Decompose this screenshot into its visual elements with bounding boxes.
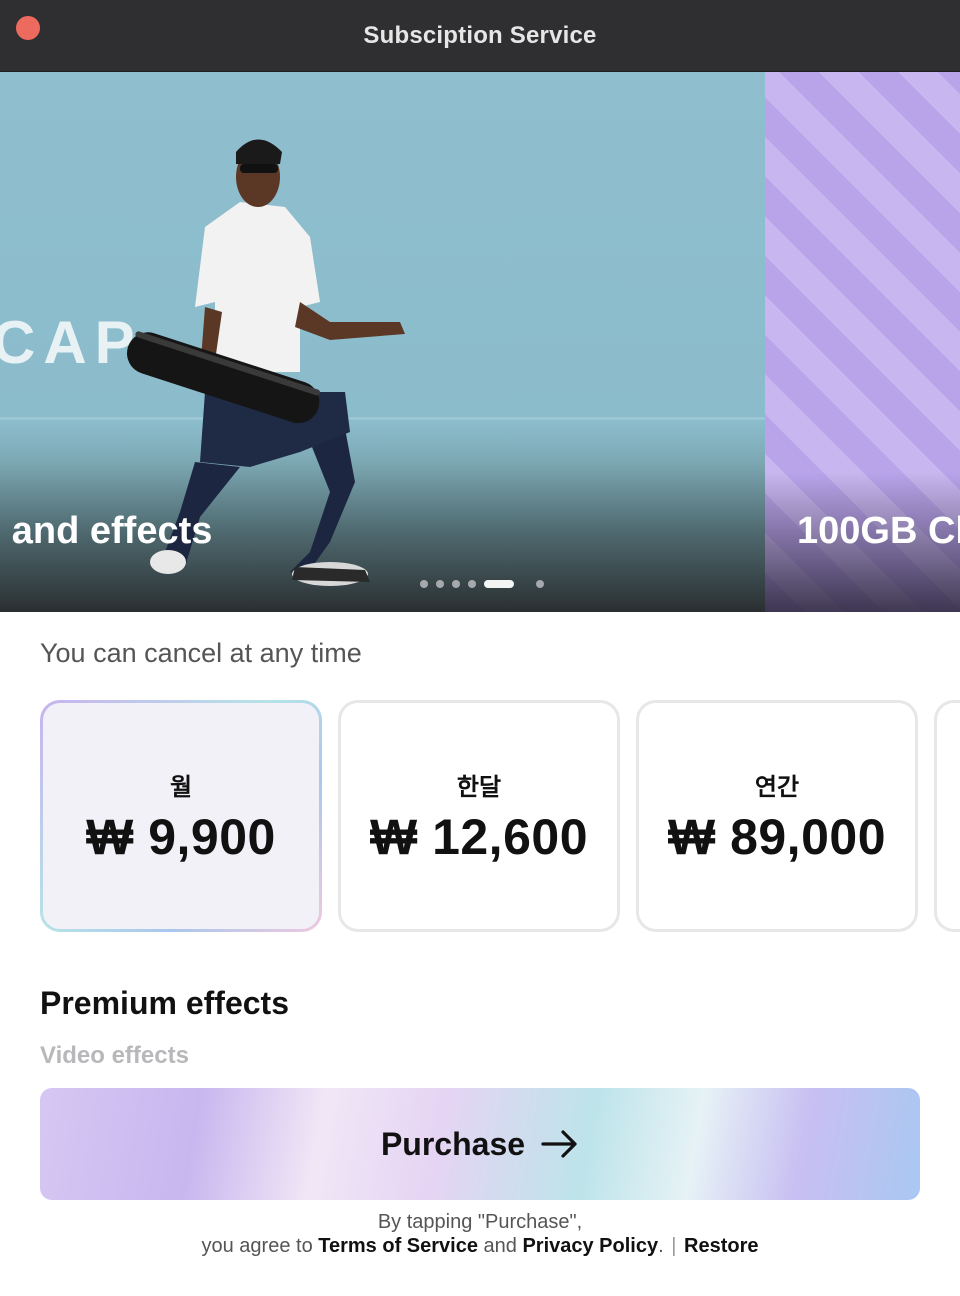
carousel-slide-current: CAP n and effects	[0, 72, 765, 612]
features-title: Premium effects	[40, 985, 289, 1021]
arrow-right-icon	[541, 1130, 577, 1158]
purchase-label: Purchase	[380, 1125, 526, 1162]
plan-card-one-month[interactable]: 한달 ₩ 12,600	[338, 700, 620, 932]
plan-price: ₩ 89,000	[667, 808, 886, 865]
slide-caption-current: n and effects	[0, 510, 213, 552]
carousel-dot[interactable]	[452, 580, 460, 588]
plan-card-monthly[interactable]: 월 ₩ 9,900	[40, 700, 322, 932]
carousel-dot-active[interactable]	[484, 580, 514, 588]
carousel-dot[interactable]	[436, 580, 444, 588]
restore-link[interactable]: Restore	[684, 1235, 758, 1257]
legal-line-2: you agree to Terms of Service and Privac…	[201, 1235, 759, 1257]
plan-name: 연간	[754, 773, 800, 801]
plan-card-partial[interactable]	[934, 700, 960, 932]
plan-price: ₩ 12,600	[369, 808, 588, 865]
carousel-dot[interactable]	[468, 580, 476, 588]
carousel-dot[interactable]	[536, 580, 544, 588]
purchase-button[interactable]: Purchase	[40, 1088, 920, 1200]
plan-name: 월	[169, 773, 193, 801]
plan-card-yearly[interactable]: 연간 ₩ 89,000	[636, 700, 918, 932]
terms-of-service-link[interactable]: Terms of Service	[318, 1235, 478, 1257]
legal-separator: |	[671, 1235, 677, 1257]
features-subtitle: Video effects	[40, 1042, 189, 1069]
privacy-policy-link[interactable]: Privacy Policy	[522, 1235, 658, 1257]
feature-carousel[interactable]: CAP n and effects 100GB Cl	[0, 72, 960, 612]
carousel-page-indicator[interactable]	[420, 580, 544, 588]
plan-name: 한달	[456, 773, 502, 801]
window-title: Subsciption Service	[363, 21, 597, 49]
cancel-anytime-note: You can cancel at any time	[40, 638, 362, 668]
plan-selector: 월 ₩ 9,900 한달 ₩ 12,600 연간 ₩ 89,000	[40, 700, 960, 932]
window-close-button[interactable]	[16, 16, 40, 40]
carousel-dot[interactable]	[420, 580, 428, 588]
legal-line-1: By tapping "Purchase",	[377, 1211, 583, 1233]
title-bar: Subsciption Service	[0, 0, 960, 72]
plan-price: ₩ 9,900	[86, 808, 276, 865]
slide-caption-next: 100GB Cl	[797, 510, 960, 552]
legal-notice: By tapping "Purchase", you agree to Term…	[0, 1210, 960, 1258]
